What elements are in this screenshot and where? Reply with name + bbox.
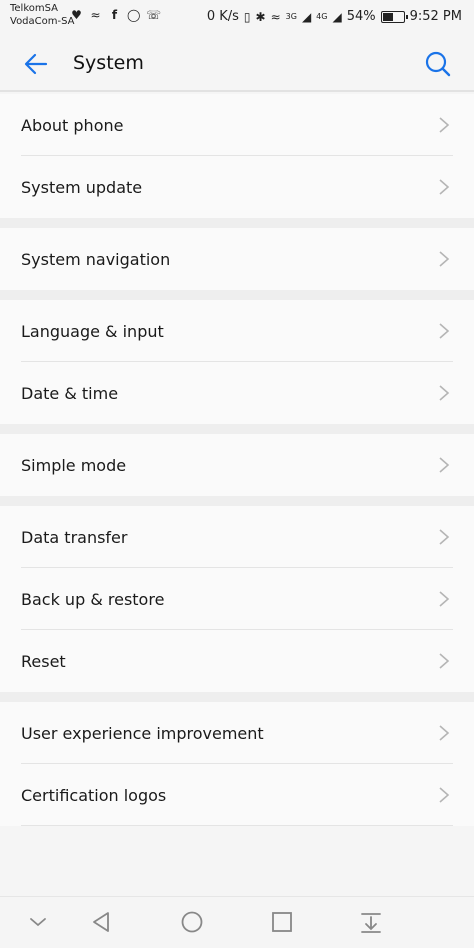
navigation-bar xyxy=(0,896,474,948)
settings-item-user-experience-improvement[interactable]: User experience improvement xyxy=(0,702,474,764)
hide-nav-icon[interactable] xyxy=(28,911,48,933)
facebook-icon: f xyxy=(111,8,118,22)
settings-item-reset[interactable]: Reset xyxy=(0,630,474,692)
settings-item-language-input[interactable]: Language & input xyxy=(0,300,474,362)
wifi-hotspot-icon: ≈ xyxy=(90,8,101,22)
back-nav-icon[interactable] xyxy=(90,911,112,933)
chevron-right-icon xyxy=(439,385,450,401)
home-nav-icon[interactable] xyxy=(181,911,203,933)
carrier-names: TelkomSA VodaCom-SA xyxy=(10,2,74,28)
settings-item-date-time[interactable]: Date & time xyxy=(0,362,474,424)
settings-item-label: About phone xyxy=(21,115,124,135)
settings-item-back-up-restore[interactable]: Back up & restore xyxy=(0,568,474,630)
chevron-right-icon xyxy=(439,457,450,473)
settings-group: Simple mode xyxy=(0,434,474,496)
chevron-right-icon xyxy=(439,725,450,741)
settings-item-label: Simple mode xyxy=(21,455,127,475)
group-separator xyxy=(0,424,474,434)
settings-item-simple-mode[interactable]: Simple mode xyxy=(0,434,474,496)
settings-item-label: Language & input xyxy=(21,321,164,341)
settings-item-system-navigation[interactable]: System navigation xyxy=(0,228,474,290)
chevron-right-icon xyxy=(439,653,450,669)
row-divider xyxy=(21,825,453,826)
wifi-icon: ≈ xyxy=(270,9,281,24)
settings-group: About phone System update xyxy=(0,94,474,218)
page-title: System xyxy=(73,52,144,74)
battery-percent: 54% xyxy=(346,9,376,24)
status-indicators: 0 K/s ▯ ✱ ≈ 3G ◢ 4G ◢ 54% 9:52 PM xyxy=(207,9,462,24)
back-arrow-icon[interactable] xyxy=(22,50,50,78)
carrier-2: VodaCom-SA xyxy=(10,16,75,27)
settings-item-label: User experience improvement xyxy=(21,723,264,743)
settings-item-label: System navigation xyxy=(21,249,171,269)
network-speed: 0 K/s xyxy=(206,9,239,24)
clock: 9:52 PM xyxy=(409,9,462,24)
settings-item-label: Certification logos xyxy=(21,785,167,805)
chevron-right-icon xyxy=(439,323,450,339)
search-icon[interactable] xyxy=(424,50,452,78)
group-separator xyxy=(0,290,474,300)
chevron-right-icon xyxy=(439,787,450,803)
settings-item-label: Reset xyxy=(21,651,66,671)
settings-list: About phone System update System navigatio… xyxy=(0,94,474,826)
chevron-right-icon xyxy=(439,529,450,545)
settings-item-data-transfer[interactable]: Data transfer xyxy=(0,506,474,568)
settings-group: User experience improvement Certification… xyxy=(0,702,474,826)
status-bar: TelkomSA VodaCom-SA ♥ ≈ f ◯ ☏ 0 K/s ▯ ✱ … xyxy=(0,0,474,34)
heart-icon: ♥ xyxy=(71,8,82,22)
notification-icons: ♥ ≈ f ◯ ☏ xyxy=(70,8,162,22)
vibrate-icon: ▯ xyxy=(243,9,251,24)
group-separator xyxy=(0,496,474,506)
chevron-right-icon xyxy=(439,591,450,607)
settings-group: Language & input Date & time xyxy=(0,300,474,424)
chevron-right-icon xyxy=(439,179,450,195)
chevron-right-icon xyxy=(439,251,450,267)
group-separator xyxy=(0,218,474,228)
settings-item-label: System update xyxy=(21,177,143,197)
notification-pull-icon[interactable] xyxy=(360,911,382,933)
settings-item-label: Date & time xyxy=(21,383,119,403)
battery-icon xyxy=(380,10,408,23)
settings-item-label: Data transfer xyxy=(21,527,128,547)
carrier-1: TelkomSA xyxy=(10,3,59,14)
signal-2-type: 4G xyxy=(316,12,328,21)
settings-item-certification-logos[interactable]: Certification logos xyxy=(0,764,474,826)
chevron-right-icon xyxy=(439,117,450,133)
app-bar: System xyxy=(0,34,474,92)
recents-nav-icon[interactable] xyxy=(271,911,293,933)
settings-item-system-update[interactable]: System update xyxy=(0,156,474,218)
settings-group: System navigation xyxy=(0,228,474,290)
signal-1-type: 3G xyxy=(285,12,297,21)
instagram-icon: ◯ xyxy=(127,8,141,22)
group-separator xyxy=(0,692,474,702)
settings-item-label: Back up & restore xyxy=(21,589,165,609)
settings-item-about-phone[interactable]: About phone xyxy=(0,94,474,156)
whatsapp-icon: ☏ xyxy=(146,8,162,22)
bluetooth-icon: ✱ xyxy=(255,9,266,24)
signal-1-icon: ◢ xyxy=(301,9,312,24)
settings-group: Data transfer Back up & restore Reset xyxy=(0,506,474,692)
signal-2-icon: ◢ xyxy=(332,9,342,24)
